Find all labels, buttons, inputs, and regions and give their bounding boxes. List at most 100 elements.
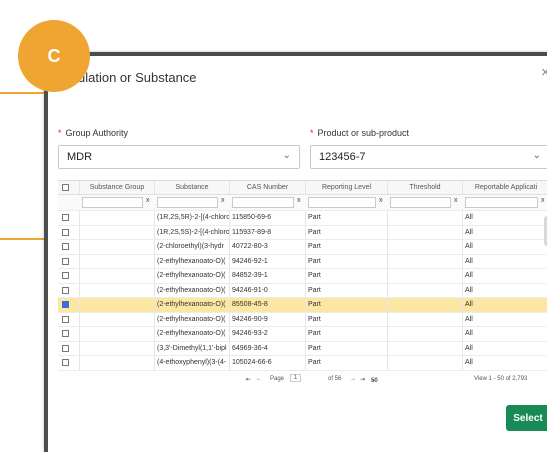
filter-cas[interactable] (232, 197, 294, 208)
product-label: * Product or sub-product (310, 128, 410, 138)
table-row[interactable]: (2-ethylhexanoato-O)(94246-90-9 Part All (58, 312, 547, 327)
page-count: of 56 (328, 376, 342, 382)
table-row[interactable]: (1R,2S,5R)-2-[(4-chloro 115850-69-6 Part Al… (58, 211, 547, 226)
row-checkbox[interactable] (62, 257, 69, 265)
cell-cas-number: 115850-69-6 (230, 211, 306, 225)
clear-filter-icon[interactable]: x (221, 197, 225, 204)
table-row[interactable]: (4-ethoxyphenyl)(3-(4- 105024-66-6 Part All (58, 356, 547, 371)
clear-filter-icon[interactable]: x (297, 197, 301, 204)
row-checkbox[interactable] (62, 301, 69, 308)
cell-cas-number: 115937-89-8 (230, 225, 306, 239)
cell-reportable-application: All (463, 226, 547, 240)
cell-threshold (388, 225, 463, 239)
cell-cas-number: 40722-80-3 (230, 240, 306, 254)
cell-reporting-level: Part (306, 283, 388, 297)
table-row[interactable]: (1R,2S,5S)-2-[(4-chloro 115937-89-8 Part Al… (58, 225, 547, 240)
cell-reporting-level: Part (306, 312, 388, 326)
row-checkbox[interactable] (62, 359, 69, 366)
table-row[interactable]: (2-ethylhexanoato-O)(85508-45-8 Part All (58, 298, 547, 313)
row-checkbox[interactable] (62, 228, 69, 236)
substance-grid: Substance Group Substance CAS Number Rep… (58, 180, 547, 380)
grid-header-row: Substance Group Substance CAS Number Rep… (58, 181, 547, 195)
clear-filter-icon[interactable]: x (379, 197, 383, 204)
cell-reporting-level: Part (306, 298, 388, 312)
clear-filter-icon[interactable]: x (146, 197, 150, 204)
cell-cas-number: 94246-90-9 (230, 312, 306, 326)
cell-cas-number: 94246-91-0 (230, 283, 306, 297)
row-checkbox[interactable] (62, 286, 69, 294)
cell-threshold (388, 283, 463, 297)
dialog-title: ulation or Substance (78, 70, 197, 85)
first-page-icon[interactable]: ⇤ (246, 376, 251, 383)
table-row[interactable]: (2-ethylhexanoato-O)(94246-93-2 Part All (58, 327, 547, 342)
cell-reportable-application: All (463, 269, 547, 283)
filter-substance-group[interactable] (82, 197, 143, 208)
cell-substance-group (80, 240, 155, 254)
required-marker: * (310, 128, 314, 138)
col-substance-group[interactable]: Substance Group (80, 181, 155, 194)
cell-reporting-level: Part (306, 254, 388, 268)
filter-substance[interactable] (157, 197, 218, 208)
col-reporting-level[interactable]: Reporting Level (306, 181, 388, 194)
close-icon[interactable]: × (541, 64, 547, 81)
row-checkbox[interactable] (62, 344, 69, 352)
background-panel (0, 92, 46, 240)
table-row[interactable]: (3,3'-Dimethyl(1,1'-bipl 64969-36-4 Part Al… (58, 341, 547, 356)
table-row[interactable]: (2-ethylhexanoato-O)(94246-92-1 Part All (58, 254, 547, 269)
filter-reportable-application[interactable] (465, 197, 538, 208)
cell-substance: (2-chloroethyl)(3-hydr (155, 240, 230, 254)
cell-substance: (1R,2S,5R)-2-[(4-chloro (155, 211, 230, 225)
col-cas-number[interactable]: CAS Number (230, 181, 306, 194)
clear-filter-icon[interactable]: x (541, 197, 545, 204)
cell-substance-group (80, 225, 155, 239)
last-page-icon[interactable]: ⇥ (360, 376, 365, 383)
cell-reportable-application: All (463, 284, 547, 298)
page-size-select[interactable]: 50 ⌄ (371, 376, 378, 384)
col-threshold[interactable]: Threshold (388, 181, 463, 194)
prev-page-icon[interactable]: ← (256, 376, 262, 382)
cell-threshold (388, 356, 463, 370)
row-checkbox[interactable] (62, 243, 69, 250)
next-page-icon[interactable]: → (350, 376, 356, 382)
filter-reporting-level[interactable] (308, 197, 376, 208)
cell-cas-number: 84852-39-1 (230, 269, 306, 283)
filter-row: x x x x x x (58, 195, 547, 211)
select-all-checkbox[interactable] (62, 184, 69, 191)
group-authority-select[interactable]: MDR ⌄ (58, 145, 300, 169)
cell-substance-group (80, 341, 155, 355)
row-checkbox[interactable] (62, 315, 69, 323)
product-select[interactable]: 123456-7 ⌄ (310, 145, 547, 169)
table-row[interactable]: (2-ethylhexanoato-O)(84852-39-1 Part All (58, 269, 547, 284)
cell-substance: (1R,2S,5S)-2-[(4-chloro (155, 225, 230, 239)
col-substance[interactable]: Substance (155, 181, 230, 194)
cell-substance-group (80, 254, 155, 268)
view-range-text: View 1 - 50 of 2,793 (474, 376, 528, 382)
select-button[interactable]: Select (506, 405, 547, 431)
cell-reporting-level: Part (306, 211, 388, 225)
row-checkbox[interactable] (62, 214, 69, 221)
filter-threshold[interactable] (390, 197, 451, 208)
cell-substance: (4-ethoxyphenyl)(3-(4- (155, 356, 230, 370)
row-checkbox-cell (58, 327, 80, 341)
cell-reportable-application: All (463, 298, 547, 312)
cell-substance-group (80, 283, 155, 297)
row-checkbox-cell (58, 240, 80, 254)
col-reportable-application[interactable]: Reportable Applicati (463, 181, 547, 194)
table-row[interactable]: (2-ethylhexanoato-O)(94246-91-0 Part All (58, 283, 547, 298)
cell-reportable-application: All (463, 255, 547, 269)
clear-filter-icon[interactable]: x (454, 197, 458, 204)
cell-reporting-level: Part (306, 269, 388, 283)
table-row[interactable]: (2-chloroethyl)(3-hydr 40722-80-3 Part All (58, 240, 547, 255)
row-checkbox-cell (58, 298, 80, 312)
cell-reporting-level: Part (306, 225, 388, 239)
cell-cas-number: 105024-66-6 (230, 356, 306, 370)
row-checkbox[interactable] (62, 272, 69, 279)
cell-threshold (388, 298, 463, 312)
required-marker: * (58, 128, 62, 138)
row-checkbox-cell (58, 341, 80, 355)
cell-reportable-application: All (463, 313, 547, 327)
cell-cas-number: 64969-36-4 (230, 341, 306, 355)
cell-reportable-application: All (463, 327, 547, 341)
row-checkbox[interactable] (62, 330, 69, 337)
page-input[interactable]: 1 (290, 374, 302, 382)
